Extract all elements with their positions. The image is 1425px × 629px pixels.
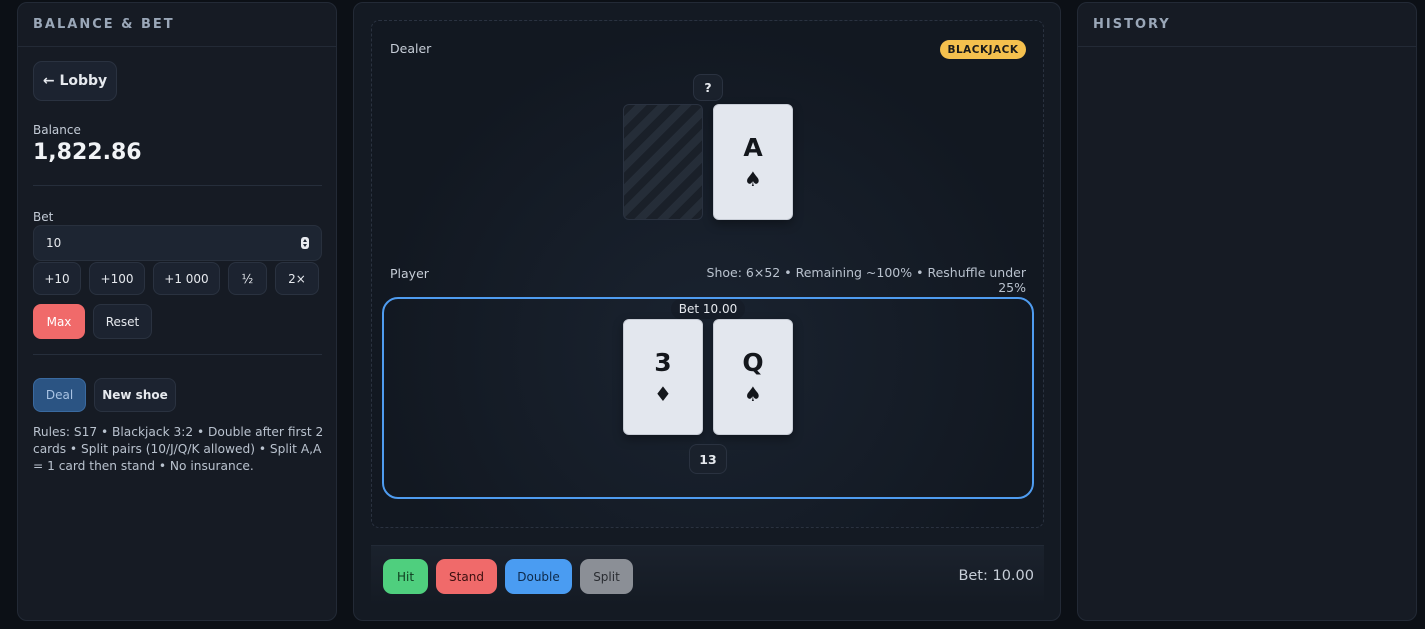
table-felt: Dealer BLACKJACK ? A ♠ Player Shoe: 6×52…	[371, 20, 1044, 528]
stepper-icon[interactable]	[301, 237, 309, 249]
diamond-icon: ♦	[654, 382, 672, 406]
spade-icon: ♠	[744, 167, 762, 191]
shoe-info: Shoe: 6×52 • Remaining ~100% • Reshuffle…	[706, 265, 1026, 295]
player-total: 13	[689, 444, 727, 474]
game-table-panel: Dealer BLACKJACK ? A ♠ Player Shoe: 6×52…	[353, 2, 1061, 621]
divider	[33, 185, 322, 186]
double-bet-button[interactable]: 2×	[275, 262, 319, 295]
rules-text: Rules: S17 • Blackjack 3:2 • Double afte…	[33, 425, 324, 473]
player-label: Player	[390, 266, 429, 281]
dealer-card: A ♠	[713, 104, 793, 220]
blackjack-badge: BLACKJACK	[940, 40, 1026, 59]
bet-input[interactable]: 10	[33, 225, 322, 261]
add-10-button[interactable]: +10	[33, 262, 81, 295]
balance-bet-panel: BALANCE & BET ← Lobby Balance 1,822.86 B…	[17, 2, 337, 621]
double-button[interactable]: Double	[505, 559, 572, 594]
history-title: HISTORY	[1078, 3, 1416, 47]
balance-value: 1,822.86	[33, 140, 142, 165]
bet-input-value: 10	[46, 236, 62, 250]
dealer-label: Dealer	[390, 41, 432, 56]
balance-bet-title: BALANCE & BET	[18, 3, 336, 47]
dealer-card-hidden	[623, 104, 703, 220]
history-panel: HISTORY	[1077, 2, 1417, 621]
card-rank: Q	[742, 348, 764, 377]
spade-icon: ♠	[744, 382, 762, 406]
split-button[interactable]: Split	[580, 559, 633, 594]
hand-bet-tag: Bet 10.00	[671, 299, 745, 319]
action-bar: Hit Stand Double Split Bet: 10.00	[371, 545, 1044, 606]
bet-summary: Bet: 10.00	[958, 568, 1034, 584]
new-shoe-button[interactable]: New shoe	[94, 378, 176, 412]
deal-button[interactable]: Deal	[33, 378, 86, 412]
card-rank: 3	[654, 348, 672, 377]
bet-label: Bet	[33, 210, 54, 224]
balance-label: Balance	[33, 123, 81, 137]
stand-button[interactable]: Stand	[436, 559, 497, 594]
max-bet-button[interactable]: Max	[33, 304, 85, 339]
half-bet-button[interactable]: ½	[228, 262, 267, 295]
lobby-button[interactable]: ← Lobby	[33, 61, 117, 101]
hit-button[interactable]: Hit	[383, 559, 428, 594]
reset-bet-button[interactable]: Reset	[93, 304, 152, 339]
add-100-button[interactable]: +100	[89, 262, 145, 295]
add-1000-button[interactable]: +1 000	[153, 262, 220, 295]
card-rank: A	[743, 133, 763, 162]
player-card: 3 ♦	[623, 319, 703, 435]
dealer-total: ?	[693, 74, 723, 101]
divider	[33, 354, 322, 355]
player-card: Q ♠	[713, 319, 793, 435]
